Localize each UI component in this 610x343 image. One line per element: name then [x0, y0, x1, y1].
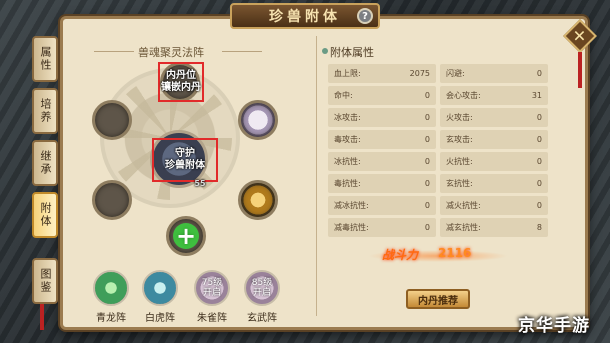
help-icon[interactable]: ? [357, 8, 373, 24]
attr-name: 毒抗性: [334, 179, 361, 188]
table-row: 冰攻击: 0 火攻击: 0 [328, 108, 548, 128]
attr-value: 0 [536, 157, 542, 166]
table-row: 命中: 0 会心攻击: 31 [328, 86, 548, 106]
power-label: 战斗力 [382, 248, 419, 262]
table-row: 减毒抗性: 0 减玄抗性: 8 [328, 218, 548, 238]
attr-value: 0 [424, 113, 430, 122]
power-value: 2116 [438, 246, 472, 260]
attr-name: 减玄抗性: [446, 223, 481, 232]
attr-value: 0 [536, 179, 542, 188]
pet-slot-gold-pet[interactable] [238, 180, 278, 220]
formation-xuanwu[interactable]: 85级 开启 玄武阵 [243, 270, 281, 324]
attr-value: 2075 [409, 69, 430, 78]
attr-value: 0 [424, 179, 430, 188]
recommend-pill-button[interactable]: 内丹推荐 [406, 289, 470, 309]
formation-zhuque[interactable]: 75级 开启 朱雀阵 [193, 270, 231, 324]
tab-attributes[interactable]: 属性 [32, 36, 58, 82]
attr-name: 会心攻击: [446, 91, 481, 100]
attr-value: 0 [424, 135, 430, 144]
attr-value: 0 [424, 223, 430, 232]
table-row: 减冰抗性: 0 减火抗性: 0 [328, 196, 548, 216]
attr-name: 减冰抗性: [334, 201, 369, 210]
divider-line [222, 51, 262, 52]
attr-name: 冰攻击: [334, 113, 361, 122]
attr-name: 玄攻击: [446, 135, 473, 144]
attr-name: 闪避: [446, 69, 465, 78]
attr-name: 毒攻击: [334, 135, 361, 144]
attr-name: 火抗性: [446, 157, 473, 166]
attr-name: 减火抗性: [446, 201, 481, 210]
attr-name: 减毒抗性: [334, 223, 369, 232]
attr-name: 玄抗性: [446, 179, 473, 188]
column-divider [316, 36, 317, 316]
attr-value: 0 [424, 157, 430, 166]
guardian-pet-label: 守护 珍兽附体 [165, 148, 205, 171]
attr-value: 0 [536, 113, 542, 122]
watermark-logo: 京华手游 [518, 316, 590, 336]
close-icon: ✕ [573, 26, 587, 46]
tab-handbook[interactable]: 图鉴 [32, 258, 58, 304]
lock-icon: 75级 开启 [194, 270, 230, 306]
attr-value: 0 [424, 201, 430, 210]
inner-pill-label: 内丹位 镶嵌内丹 [161, 70, 201, 93]
attr-name: 冰抗性: [334, 157, 361, 166]
attributes-title: 附体属性 [330, 46, 374, 59]
divider-line [94, 51, 134, 52]
formation-qinglong[interactable]: 青龙阵 [92, 270, 130, 324]
attr-value: 0 [536, 69, 542, 78]
tab-cultivate[interactable]: 培养 [32, 88, 58, 134]
attr-value: 31 [531, 91, 542, 100]
pet-slot-empty[interactable] [92, 180, 132, 220]
attr-value: 8 [536, 223, 542, 232]
bullet-icon [322, 48, 328, 54]
add-pet-button[interactable]: + [166, 216, 206, 256]
table-row: 毒抗性: 0 玄抗性: 0 [328, 174, 548, 194]
pet-slot-empty[interactable] [92, 100, 132, 140]
attr-value: 0 [424, 91, 430, 100]
section-title: 兽魂聚灵法阵 [138, 46, 204, 59]
attr-name: 火攻击: [446, 113, 473, 122]
plus-icon: + [173, 223, 199, 249]
table-row: 血上限: 2075 闪避: 0 [328, 64, 548, 84]
table-row: 冰抗性: 0 火抗性: 0 [328, 152, 548, 172]
tab-possession[interactable]: 附体 [32, 192, 58, 238]
pet-slot-white-pet[interactable] [238, 100, 278, 140]
attr-value: 0 [536, 135, 542, 144]
baihu-icon [142, 270, 178, 306]
attr-name: 命中: [334, 91, 353, 100]
attr-name: 血上限: [334, 69, 361, 78]
tab-inherit[interactable]: 继承 [32, 140, 58, 186]
formation-baihu[interactable]: 白虎阵 [141, 270, 179, 324]
qinglong-icon [93, 270, 129, 306]
attr-value: 0 [536, 201, 542, 210]
lock-icon: 85级 开启 [244, 270, 280, 306]
tassel-ornament [578, 52, 582, 88]
table-row: 毒攻击: 0 玄攻击: 0 [328, 130, 548, 150]
guardian-pet-level: 55 [194, 179, 206, 188]
